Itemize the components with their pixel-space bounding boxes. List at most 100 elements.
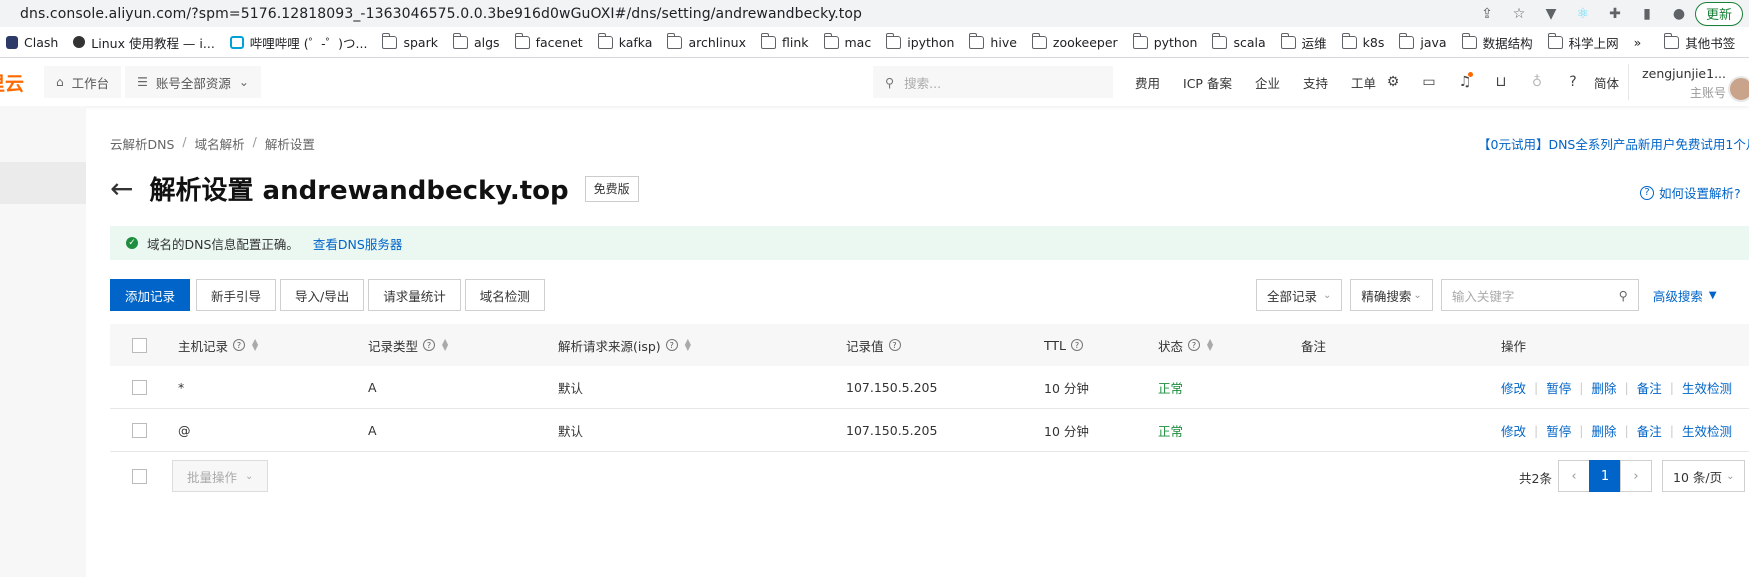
bookmark-4[interactable]: algs [452, 32, 500, 50]
search-mode-select[interactable]: 精确搜索 ⌄ [1350, 279, 1433, 311]
question-icon[interactable]: ? [888, 339, 901, 351]
col-status[interactable]: 状态 ? ▲ ▼ [1158, 336, 1213, 355]
import-export-button[interactable]: 导入/导出 [280, 279, 365, 311]
user-menu[interactable]: zengjunjie1... 主账号 [1640, 66, 1726, 101]
lightbulb-icon[interactable]: ♁ [1519, 74, 1555, 90]
page-number-current[interactable]: 1 [1589, 460, 1621, 492]
action-remark-link[interactable]: 备注 [1637, 421, 1662, 440]
action-edit-link[interactable]: 修改 [1501, 421, 1526, 440]
select-all-checkbox[interactable] [132, 337, 147, 353]
star-icon[interactable]: ☆ [1503, 0, 1535, 27]
bookmark-17[interactable]: java [1399, 32, 1447, 50]
bookmark-18[interactable]: 数据结构 [1461, 32, 1533, 52]
bookmark-2[interactable]: 哔哩哔哩 (゜-゜)つ... [229, 33, 367, 52]
bookmark-19[interactable]: 科学上网 [1547, 32, 1619, 52]
sidebar-icon[interactable]: ▮ [1631, 0, 1663, 27]
domain-check-button[interactable]: 域名检测 [464, 279, 545, 311]
action-remark-link[interactable]: 备注 [1637, 378, 1662, 397]
sort-icon[interactable]: ▲ ▼ [685, 338, 691, 352]
sidebar-active-item[interactable] [0, 162, 86, 204]
action-verify-link[interactable]: 生效检测 [1682, 378, 1732, 397]
bookmark-9[interactable]: mac [823, 32, 871, 50]
question-icon[interactable]: ? [1188, 339, 1201, 351]
action-pause-link[interactable]: 暂停 [1546, 421, 1571, 440]
bookmark-11[interactable]: hive [969, 32, 1017, 50]
nav-link-fees[interactable]: 费用 [1135, 73, 1160, 92]
action-pause-link[interactable]: 暂停 [1546, 378, 1571, 397]
add-record-button[interactable]: 添加记录 [110, 279, 191, 311]
address-bar[interactable]: dns.console.aliyun.com/?spm=5176.1281809… [0, 0, 1749, 27]
react-extension-icon[interactable]: ⚛ [1567, 0, 1599, 27]
bookmark-0[interactable]: Clash [6, 35, 58, 50]
bookmark-7[interactable]: archlinux [667, 32, 746, 50]
cloud-shell-icon[interactable]: ⚙ [1375, 74, 1411, 90]
bookmark-12[interactable]: zookeeper [1031, 32, 1118, 50]
record-scope-select[interactable]: 全部记录 ⌄ [1256, 279, 1343, 311]
avatar[interactable] [1728, 76, 1749, 102]
promo-link[interactable]: 【0元试用】DNS全系列产品新用户免费试用1个月 [1478, 134, 1749, 153]
resources-dropdown[interactable]: ☰ 账号全部资源 ⌄ [125, 66, 261, 98]
bookmark-16[interactable]: k8s [1341, 32, 1384, 50]
action-edit-link[interactable]: 修改 [1501, 378, 1526, 397]
update-button[interactable]: 更新 [1694, 1, 1743, 26]
row-checkbox[interactable] [132, 379, 147, 395]
bookmark-3[interactable]: spark [382, 32, 438, 50]
next-page-button[interactable]: › [1620, 460, 1652, 492]
bookmark-13[interactable]: python [1132, 32, 1197, 50]
vue-extension-icon[interactable]: ▼ [1535, 0, 1567, 27]
view-dns-servers-link[interactable]: 查看DNS服务器 [313, 234, 402, 253]
col-type[interactable]: 记录类型 ? ▲ ▼ [368, 336, 448, 355]
col-host[interactable]: 主机记录 ? ▲ ▼ [178, 336, 258, 355]
breadcrumb-dns[interactable]: 云解析DNS [110, 134, 174, 153]
brand-logo[interactable]: 阿里云 [0, 69, 24, 96]
bookmark-14[interactable]: scala [1212, 32, 1266, 50]
nav-link-tickets[interactable]: 工单 [1351, 73, 1376, 92]
bookmark-15[interactable]: 运维 [1280, 32, 1327, 52]
cart-icon[interactable]: ⊔ [1483, 74, 1519, 90]
search-icon[interactable]: ⚲ [1619, 288, 1628, 303]
terminal-icon[interactable]: ▭ [1411, 74, 1447, 90]
global-search-input[interactable]: ⚲ 搜索... [873, 66, 1113, 98]
bookmark-6[interactable]: kafka [597, 32, 652, 50]
bookmark-10[interactable]: ipython [886, 32, 954, 50]
request-stats-button[interactable]: 请求量统计 [368, 279, 461, 311]
question-icon[interactable]: ? [1071, 339, 1084, 351]
keyword-search-input[interactable]: 输入关键字 ⚲ [1440, 279, 1639, 311]
how-to-resolve-link[interactable]: ? 如何设置解析? [1640, 183, 1741, 202]
action-delete-link[interactable]: 删除 [1591, 421, 1616, 440]
bookmarks-overflow[interactable]: » [1634, 35, 1642, 50]
url-text[interactable]: dns.console.aliyun.com/?spm=5176.1281809… [20, 6, 862, 22]
row-checkbox[interactable] [132, 422, 147, 438]
breadcrumb-domain-resolve[interactable]: 域名解析 [195, 134, 245, 153]
bookmark-5[interactable]: facenet [514, 32, 583, 50]
share-icon[interactable]: ⇪ [1471, 0, 1503, 27]
nav-link-enterprise[interactable]: 企业 [1255, 73, 1280, 92]
question-icon[interactable]: ? [233, 339, 246, 351]
sort-icon[interactable]: ▲ ▼ [252, 338, 258, 352]
language-switch[interactable]: 简体 [1594, 58, 1619, 106]
footer-select-checkbox[interactable] [132, 469, 147, 484]
bell-icon[interactable]: ♫ [1447, 72, 1483, 90]
beginner-guide-button[interactable]: 新手引导 [196, 279, 277, 311]
sort-icon[interactable]: ▲ ▼ [1207, 338, 1213, 352]
question-icon[interactable]: ? [665, 339, 678, 351]
col-isp[interactable]: 解析请求来源(isp) ? ▲ ▼ [558, 336, 691, 355]
help-icon[interactable]: ? [1555, 74, 1591, 90]
puzzle-icon[interactable]: ✚ [1599, 0, 1631, 27]
nav-link-support[interactable]: 支持 [1303, 73, 1328, 92]
action-verify-link[interactable]: 生效检测 [1682, 421, 1732, 440]
advanced-search-toggle[interactable]: 高级搜索 ▼ [1653, 286, 1717, 305]
bookmark-8[interactable]: flink [760, 32, 809, 50]
action-delete-link[interactable]: 删除 [1591, 378, 1616, 397]
question-icon[interactable]: ? [423, 339, 436, 351]
profile-avatar-icon[interactable]: ● [1663, 0, 1695, 27]
workbench-button[interactable]: ⌂ 工作台 [44, 66, 122, 98]
batch-actions-dropdown[interactable]: 批量操作 ⌄ [172, 460, 269, 492]
nav-link-icp[interactable]: ICP 备案 [1183, 73, 1232, 92]
page-size-select[interactable]: 10 条/页 ⌄ [1662, 460, 1746, 492]
sort-icon[interactable]: ▲ ▼ [442, 338, 448, 352]
other-bookmarks[interactable]: 其他书签 [1664, 32, 1735, 52]
prev-page-button[interactable]: ‹ [1558, 460, 1590, 492]
bookmark-1[interactable]: Linux 使用教程 — i... [73, 33, 215, 52]
back-arrow-icon[interactable]: ← [110, 174, 133, 203]
